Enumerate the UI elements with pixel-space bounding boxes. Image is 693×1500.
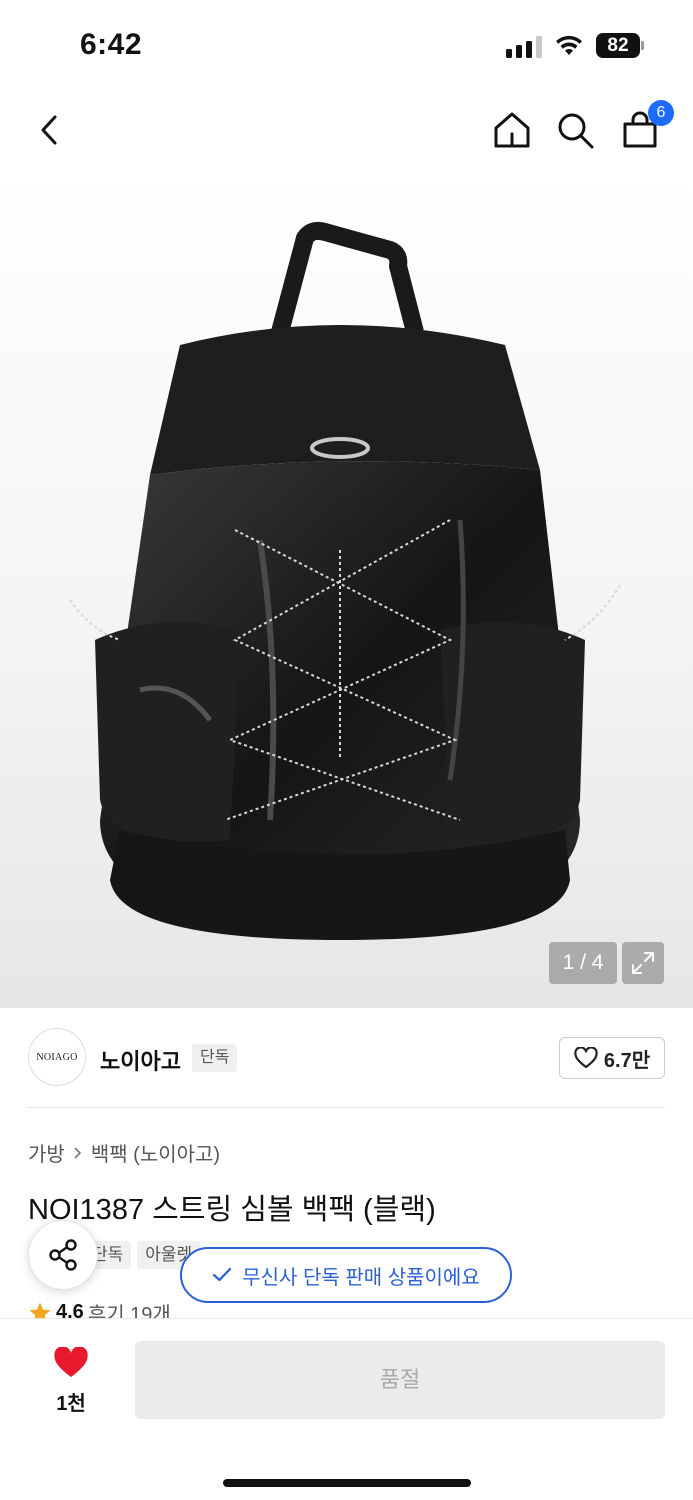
share-icon (49, 1239, 77, 1271)
expand-image-button[interactable] (622, 942, 664, 984)
image-counter: 1 / 4 (549, 942, 617, 984)
status-bar: 6:42 82 (0, 0, 693, 90)
brand-name[interactable]: 노이아고 (100, 1044, 181, 1076)
brand-like-count: 6.7만 (603, 1049, 651, 1072)
product-image-gallery[interactable]: 1 / 4 (0, 170, 693, 1008)
cellular-signal-icon (506, 36, 542, 58)
breadcrumb-category[interactable]: 가방 (28, 1138, 65, 1167)
brand-like-button[interactable]: 6.7만 (559, 1037, 665, 1079)
brand-row: NOIAGO 노이아고 단독 6.7만 (0, 1008, 693, 1108)
home-button[interactable] (490, 108, 534, 152)
wishlist-count: 1천 (56, 1393, 86, 1415)
heart-outline-icon (574, 1047, 598, 1069)
bottom-action-bar: 1천 품절 (0, 1318, 693, 1500)
breadcrumb-subcategory[interactable]: 백팩 (노이아고) (91, 1138, 220, 1167)
product-title: NOI1387 스트링 심볼 백팩 (블랙) (28, 1194, 436, 1226)
back-button[interactable] (28, 108, 72, 152)
battery-level: 82 (596, 33, 640, 58)
top-nav: 6 (0, 90, 693, 170)
battery-icon: 82 (596, 33, 644, 58)
cart-count-badge: 6 (648, 100, 674, 126)
chevron-left-icon (41, 115, 57, 145)
status-time: 6:42 (80, 28, 143, 61)
home-icon (494, 112, 530, 148)
share-button[interactable] (28, 1220, 98, 1290)
divider (28, 1107, 665, 1108)
wifi-icon (556, 35, 582, 55)
breadcrumb: 가방 백팩 (노이아고) (28, 1138, 220, 1167)
exclusive-notice-pill: 무신사 단독 판매 상품이에요 (180, 1247, 512, 1303)
search-button[interactable] (553, 108, 597, 152)
sold-out-button[interactable]: 품절 (135, 1341, 665, 1419)
heart-filled-icon (54, 1347, 88, 1377)
brand-exclusive-badge: 단독 (192, 1044, 238, 1072)
wishlist-button[interactable]: 1천 (40, 1347, 102, 1416)
cart-button[interactable]: 6 (618, 100, 674, 152)
check-icon (213, 1267, 232, 1282)
expand-icon (632, 952, 654, 974)
brand-logo[interactable]: NOIAGO (28, 1028, 86, 1086)
backpack-image (69, 221, 621, 940)
search-icon (558, 113, 594, 149)
exclusive-notice-text: 무신사 단독 판매 상품이에요 (242, 1266, 480, 1289)
home-indicator (223, 1479, 471, 1487)
chevron-right-icon (74, 1146, 81, 1159)
brand-logo-text: NOIAGO (36, 1051, 78, 1063)
